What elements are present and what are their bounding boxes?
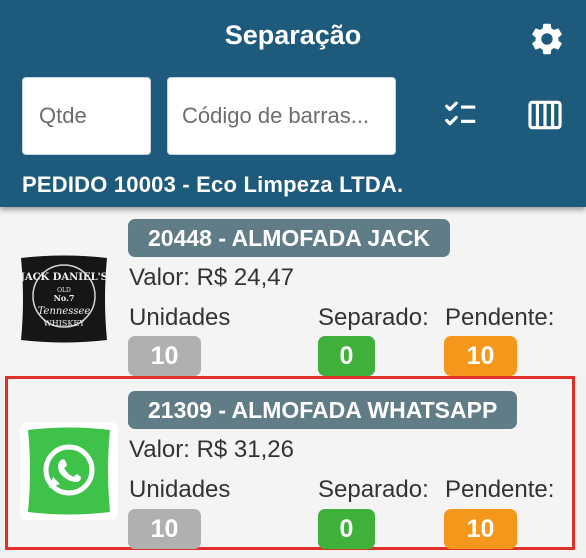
product-card-selected[interactable]: 21309 - ALMOFADA WHATSAPP Valor: R$ 31,2…	[5, 376, 575, 550]
separated-count-badge: 0	[318, 509, 375, 549]
quantity-input[interactable]	[22, 77, 151, 155]
thumb-text: No.7	[54, 293, 75, 303]
product-name-badge: 21309 - ALMOFADA WHATSAPP	[128, 391, 518, 429]
barcode-icon[interactable]	[526, 96, 564, 134]
product-price: Valor: R$ 24,47	[129, 264, 294, 291]
gear-icon[interactable]	[528, 20, 566, 58]
app-header: Separação PEDIDO 10003 - Eco Limpeza LTD…	[0, 0, 586, 207]
product-name-badge: 20448 - ALMOFADA JACK	[128, 219, 451, 257]
pending-count-badge: 10	[444, 509, 517, 549]
page-title: Separação	[224, 20, 362, 50]
units-count-badge: 10	[128, 509, 201, 549]
thumb-text: JACK DANIEL'S	[19, 272, 108, 283]
thumb-text: Tennessee	[38, 306, 91, 317]
thumb-text: WHISKEY	[44, 319, 86, 328]
order-label: PEDIDO 10003 - Eco Limpeza LTDA.	[22, 172, 404, 197]
pending-count-badge: 10	[444, 336, 517, 376]
product-price: Valor: R$ 31,26	[129, 436, 294, 463]
product-card[interactable]: JACK DANIEL'S OLD No.7 Tennessee WHISKEY…	[0, 207, 586, 376]
separated-label: Separado:	[318, 304, 429, 331]
pending-label: Pendente:	[445, 304, 555, 331]
checklist-icon[interactable]	[442, 96, 480, 134]
units-label: Unidades	[129, 304, 231, 331]
whatsapp-pillow-thumbnail	[20, 422, 118, 520]
units-count-badge: 10	[128, 336, 201, 376]
barcode-input[interactable]	[167, 77, 396, 155]
separated-count-badge: 0	[318, 336, 375, 376]
jack-pillow-thumbnail: JACK DANIEL'S OLD No.7 Tennessee WHISKEY	[19, 255, 108, 343]
units-label: Unidades	[129, 476, 231, 503]
pending-label: Pendente:	[445, 476, 555, 503]
separated-label: Separado:	[318, 476, 429, 503]
